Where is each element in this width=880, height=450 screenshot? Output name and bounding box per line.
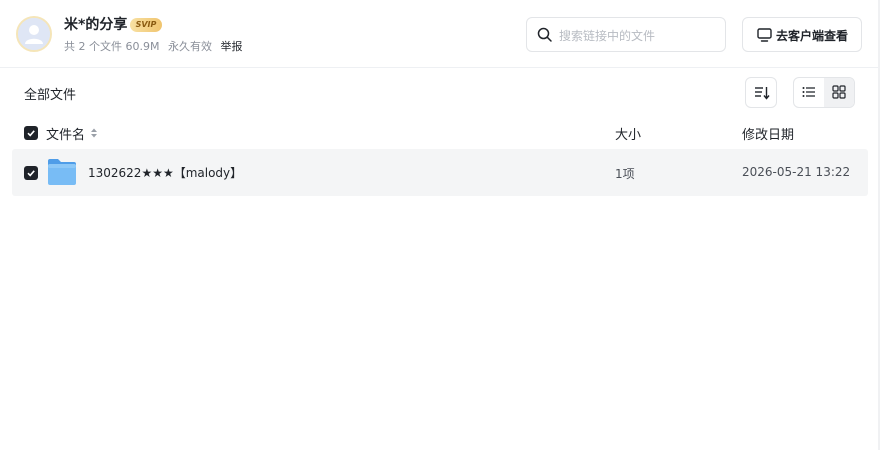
- file-date: 2026-05-21 13:22: [742, 165, 851, 179]
- file-size: 1项: [615, 167, 635, 181]
- share-meta: 共 2 个文件 60.9M 永久有效 举报: [64, 38, 247, 54]
- open-in-client-button[interactable]: 去客户端查看: [742, 17, 862, 52]
- avatar[interactable]: [16, 16, 52, 52]
- sort-button[interactable]: [745, 77, 777, 108]
- search-input[interactable]: 搜索链接中的文件: [526, 17, 726, 52]
- share-title: 米*的分享: [64, 17, 128, 33]
- row-checkbox[interactable]: [24, 166, 38, 180]
- user-icon: [18, 18, 50, 50]
- report-link[interactable]: 举报: [220, 40, 242, 53]
- svip-badge: SVIP: [130, 18, 162, 32]
- table-header: 文件名 大小 修改日期: [12, 120, 868, 146]
- grid-view-button[interactable]: [824, 78, 854, 107]
- validity-text: 永久有效: [167, 40, 212, 53]
- sort-icon: [755, 87, 770, 100]
- sort-arrows-icon[interactable]: [90, 127, 98, 139]
- file-name[interactable]: 1302622★★★【malody】: [88, 164, 242, 181]
- column-header-size: 大小: [615, 128, 642, 143]
- column-header-date: 修改日期: [742, 128, 795, 143]
- search-icon: [537, 27, 552, 42]
- view-mode-toggle: [793, 77, 855, 108]
- column-header-name[interactable]: 文件名: [46, 124, 85, 143]
- list-view-icon: [802, 87, 815, 97]
- folder-icon: [48, 159, 76, 185]
- list-view-button[interactable]: [794, 78, 824, 107]
- checkmark-icon: [27, 130, 35, 137]
- grid-view-icon: [832, 85, 846, 99]
- select-all-checkbox[interactable]: [24, 126, 38, 140]
- checkmark-icon: [27, 170, 35, 177]
- share-header: 米*的分享 SVIP 共 2 个文件 60.9M 永久有效 举报 搜索链接中的文…: [0, 0, 880, 68]
- breadcrumb[interactable]: 全部文件: [24, 84, 76, 103]
- monitor-icon: [757, 28, 772, 42]
- file-count: 共 2 个文件 60.9M: [64, 40, 160, 53]
- open-in-client-label: 去客户端查看: [776, 29, 849, 43]
- search-placeholder: 搜索链接中的文件: [559, 29, 656, 43]
- table-row[interactable]: 1302622★★★【malody】 1项 2026-05-21 13:22: [12, 149, 868, 196]
